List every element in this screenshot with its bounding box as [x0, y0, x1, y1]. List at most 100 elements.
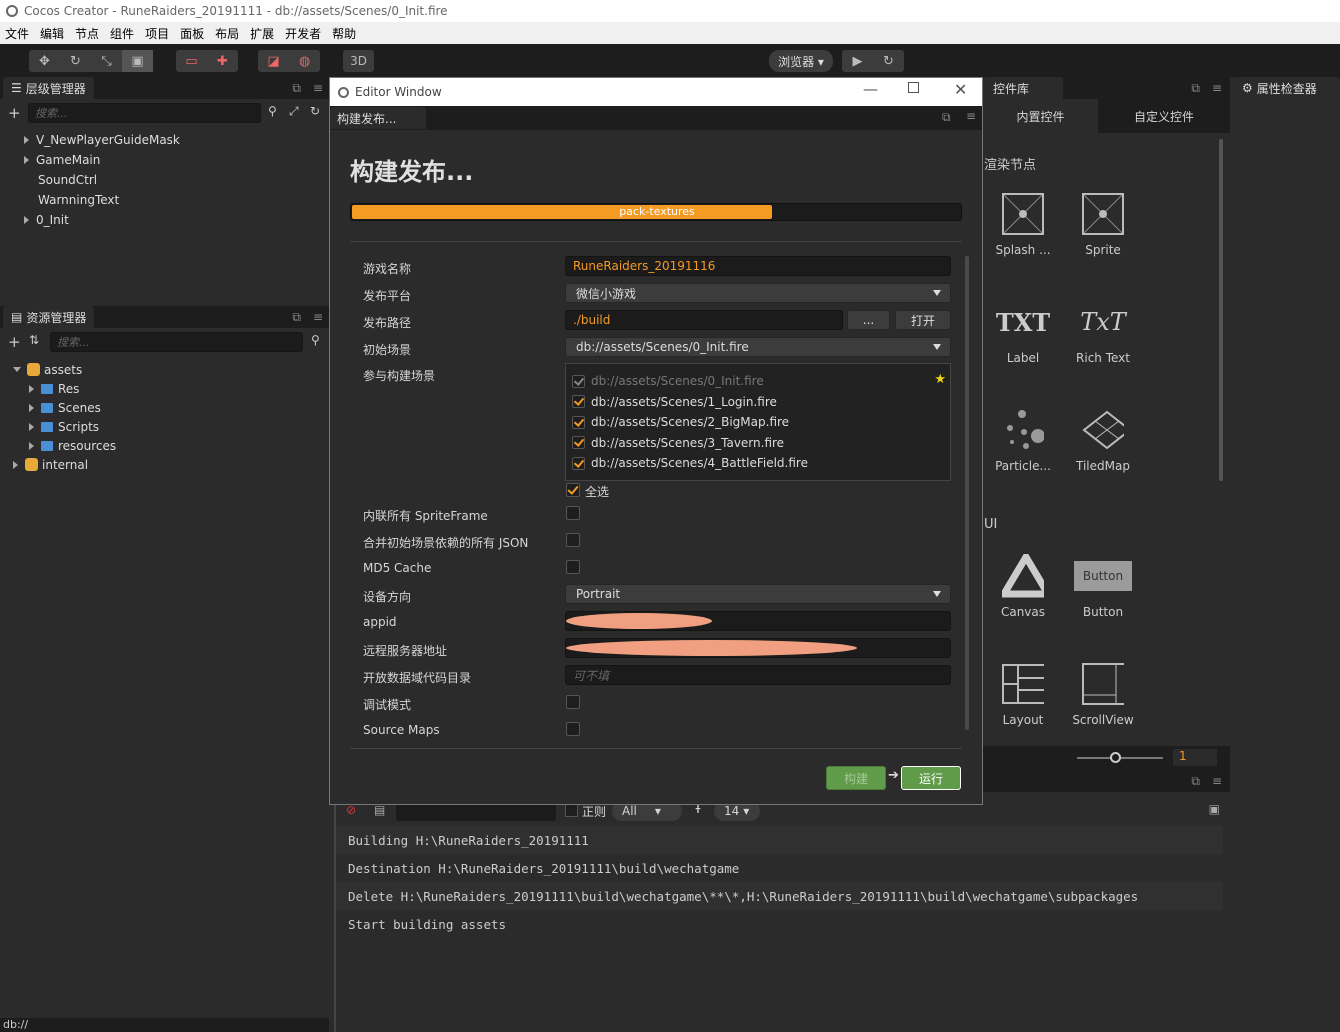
move-tool-icon[interactable]: ✥ [29, 50, 60, 72]
menu-extension[interactable]: 扩展 [245, 25, 280, 42]
widget-button[interactable]: Button Button [1063, 555, 1143, 619]
pivot-icon[interactable]: ▭ [176, 50, 207, 72]
tab-custom[interactable]: 自定义控件 [1098, 99, 1230, 133]
regex-checkbox[interactable] [565, 804, 578, 817]
debug-checkbox[interactable] [566, 695, 580, 709]
select-all-checkbox[interactable] [566, 483, 580, 497]
popout-icon[interactable]: ⧉ [292, 81, 301, 96]
rotate-tool-icon[interactable]: ↻ [60, 50, 91, 72]
menu-icon[interactable]: ≡ [313, 81, 323, 95]
widget-particle[interactable]: Particle... [983, 409, 1063, 473]
widget-label-item[interactable]: TXT Label [983, 301, 1063, 366]
collapse-icon[interactable]: ▣ [1209, 802, 1220, 816]
build-tab[interactable]: 构建发布... [330, 107, 426, 129]
game-name-input[interactable]: RuneRaiders_20191116 [565, 256, 951, 276]
tab-builtin[interactable]: 内置控件 [983, 99, 1098, 133]
assets-tab[interactable]: ▤ 资源管理器 [3, 306, 95, 328]
inline-sprite-checkbox[interactable] [566, 506, 580, 520]
zoom-slider-handle[interactable] [1110, 752, 1121, 763]
scrollbar[interactable] [1219, 139, 1223, 481]
snap-icon[interactable]: ◪ [258, 50, 289, 72]
widget-layout[interactable]: Layout [983, 663, 1063, 727]
widget-richtext[interactable]: TxT Rich Text [1063, 301, 1143, 365]
minimize-icon[interactable]: — [863, 80, 878, 98]
scale-tool-icon[interactable]: ⤡ [91, 50, 122, 72]
scene-item[interactable]: db://assets/Scenes/2_BigMap.fire [566, 412, 950, 433]
mode-3d-toggle[interactable]: 3D [343, 50, 374, 72]
preview-platform-select[interactable]: 浏览器 ▾ [769, 50, 833, 72]
asset-root[interactable]: assets [0, 360, 329, 379]
clear-icon[interactable]: ⊘ [346, 803, 356, 817]
scrollbar[interactable] [965, 256, 969, 730]
zoom-input[interactable]: 1 [1173, 749, 1217, 766]
tree-node[interactable]: GameMain [0, 150, 329, 170]
hierarchy-tab[interactable]: ☰ 层级管理器 [3, 77, 94, 99]
menu-help[interactable]: 帮助 [327, 25, 362, 42]
asset-folder[interactable]: Scripts [0, 417, 329, 436]
widget-tiledmap[interactable]: TiledMap [1063, 409, 1143, 473]
menu-component[interactable]: 组件 [105, 25, 140, 42]
search-icon[interactable]: ⚲ [268, 104, 277, 118]
menu-file[interactable]: 文件 [0, 25, 35, 42]
scene-checkbox[interactable] [572, 395, 585, 409]
widget-canvas[interactable]: Canvas [983, 554, 1063, 619]
asset-folder[interactable]: Res [0, 379, 329, 398]
assets-search-input[interactable]: 搜索... [50, 332, 303, 352]
open-data-input[interactable]: 可不填 [565, 665, 951, 685]
menu-developer[interactable]: 开发者 [280, 25, 327, 42]
md5-checkbox[interactable] [566, 560, 580, 574]
scene-item[interactable]: db://assets/Scenes/3_Tavern.fire [566, 433, 950, 454]
build-button[interactable]: 构建 [826, 766, 886, 790]
tree-node[interactable]: 0_Init [0, 210, 329, 230]
popout-icon[interactable]: ⧉ [292, 310, 301, 325]
log-file-icon[interactable]: ▤ [374, 803, 385, 817]
widget-splash[interactable]: Splash ... [983, 193, 1063, 257]
remote-server-input[interactable] [565, 638, 951, 658]
asset-folder[interactable]: resources [0, 436, 329, 455]
orientation-select[interactable]: Portrait [565, 584, 951, 604]
menu-project[interactable]: 项目 [140, 25, 175, 42]
platform-select[interactable]: 微信小游戏 [565, 283, 951, 303]
scene-checkbox[interactable] [572, 436, 585, 450]
tree-node[interactable]: SoundCtrl [0, 170, 329, 190]
sort-icon[interactable]: ⇅ [29, 333, 39, 347]
scene-checkbox[interactable] [572, 456, 585, 470]
popout-icon[interactable]: ⧉ [1191, 774, 1200, 789]
close-icon[interactable]: ✕ [954, 80, 967, 99]
rect-tool-icon[interactable]: ▣ [122, 50, 153, 72]
build-path-input[interactable]: ./build [565, 310, 843, 330]
start-scene-select[interactable]: db://assets/Scenes/0_Init.fire [565, 337, 951, 357]
widget-sprite[interactable]: Sprite [1063, 193, 1143, 257]
inspector-tab[interactable]: ⚙ 属性检查器 [1234, 77, 1340, 99]
menu-icon[interactable]: ≡ [1212, 774, 1222, 788]
menu-panel[interactable]: 面板 [175, 25, 210, 42]
popout-icon[interactable]: ⧉ [942, 110, 951, 125]
menu-node[interactable]: 节点 [70, 25, 105, 42]
run-button[interactable]: 运行 [901, 766, 961, 790]
scene-item[interactable]: db://assets/Scenes/1_Login.fire [566, 392, 950, 413]
source-maps-checkbox[interactable] [566, 722, 580, 736]
hierarchy-search-input[interactable]: 搜索... [28, 103, 261, 123]
grid-icon[interactable]: ◍ [289, 50, 320, 72]
asset-root[interactable]: internal [0, 455, 329, 474]
menu-icon[interactable]: ≡ [313, 310, 323, 324]
search-icon[interactable]: ⚲ [311, 333, 320, 347]
menu-edit[interactable]: 编辑 [35, 25, 70, 42]
maximize-icon[interactable] [908, 82, 919, 93]
add-icon[interactable]: + [8, 104, 21, 122]
appid-input[interactable] [565, 611, 951, 631]
asset-folder[interactable]: Scenes [0, 398, 329, 417]
merge-json-checkbox[interactable] [566, 533, 580, 547]
menu-icon[interactable]: ≡ [1212, 81, 1222, 95]
add-icon[interactable]: + [8, 333, 21, 351]
open-folder-button[interactable]: 打开 [895, 310, 951, 330]
expand-icon[interactable]: ⤢ [289, 104, 299, 119]
refresh-icon[interactable]: ↻ [310, 104, 320, 118]
play-icon[interactable]: ▶ [842, 50, 873, 72]
scene-item[interactable]: db://assets/Scenes/4_BattleField.fire [566, 453, 950, 474]
menu-icon[interactable]: ≡ [966, 109, 976, 123]
popout-icon[interactable]: ⧉ [1191, 81, 1200, 96]
widget-library-tab[interactable]: 控件库 [983, 77, 1063, 99]
widget-scrollview[interactable]: ScrollView [1063, 663, 1143, 727]
local-icon[interactable]: ✚ [207, 50, 238, 72]
